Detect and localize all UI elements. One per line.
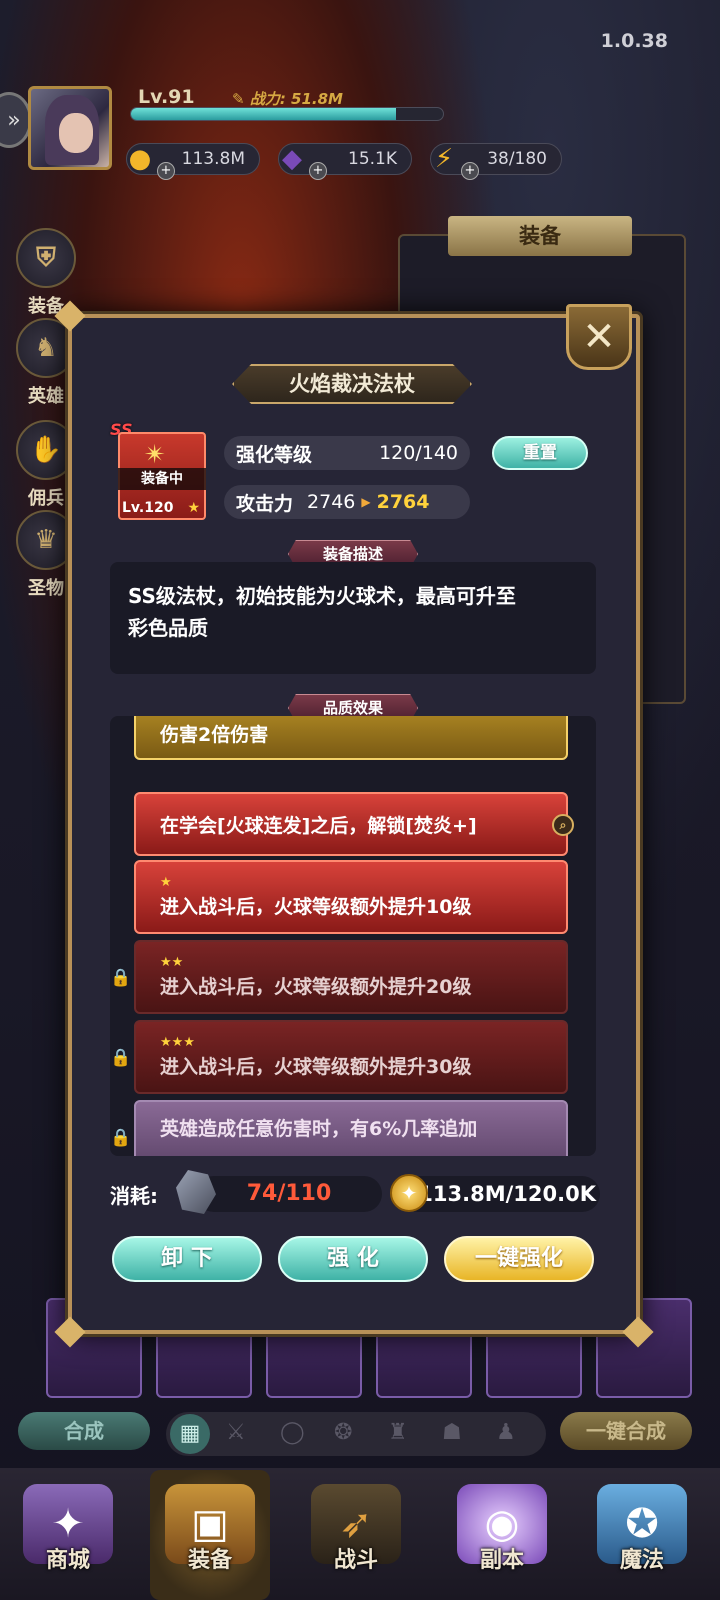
enhance-label: 强化等级 xyxy=(236,443,313,466)
equipment-panel-title: 装备 xyxy=(448,216,632,256)
attack-current: 2746 xyxy=(307,491,356,513)
gold-cost: 113.8M/120.0K xyxy=(400,1176,600,1212)
item-level: Lv.120 xyxy=(122,500,174,516)
staff-icon: ✴ xyxy=(144,440,166,470)
close-icon: ✕ xyxy=(582,314,616,360)
cost-label: 消耗: xyxy=(110,1184,158,1208)
handshake-icon: ✋ xyxy=(16,420,76,480)
equipped-badge: 装备中 xyxy=(118,468,206,490)
description-box: SS级法杖，初始技能为火球术，最高可升至 彩色品质 xyxy=(110,562,596,674)
attack-label: 攻击力 xyxy=(236,492,294,515)
star-icon: ★ xyxy=(160,874,172,890)
enhance-button[interactable]: 强 化 xyxy=(278,1236,428,1282)
star-icon: ★★★ xyxy=(160,1034,195,1050)
nav-shop[interactable]: ✦ 商城 xyxy=(8,1470,128,1600)
trophy-icon: ♛ xyxy=(16,510,76,570)
coin-icon: ● xyxy=(128,144,152,174)
xp-bar xyxy=(130,107,444,121)
description-line: SS级法杖，初始技能为火球术，最高可升至 xyxy=(128,584,516,608)
item-icon[interactable]: ✴ 装备中 Lv.120 ★ xyxy=(118,432,206,520)
one-click-merge-button[interactable]: 一键合成 xyxy=(560,1412,692,1450)
lock-icon: 🔒 xyxy=(110,968,132,988)
auto-enhance-button[interactable]: 一键强化 xyxy=(444,1236,594,1282)
feather-icon: ✎ xyxy=(232,90,245,108)
version-label: 1.0.38 xyxy=(600,30,668,52)
nav-magic[interactable]: ✪ 魔法 xyxy=(582,1470,702,1600)
nav-equipment[interactable]: ▣ 装备 xyxy=(150,1470,270,1600)
gem-counter[interactable]: ◆ + 15.1K xyxy=(278,143,412,180)
helmet-icon: ⛨ xyxy=(16,228,76,288)
plus-icon[interactable]: + xyxy=(309,162,327,180)
ring-filter-icon[interactable]: ◯ xyxy=(280,1420,305,1445)
filter-bar: ▦ ⚔ ◯ ❂ ♜ ☗ ♟ xyxy=(166,1412,546,1456)
star-icon: ★★ xyxy=(160,954,184,970)
helmet-filter-icon[interactable]: ☗ xyxy=(442,1420,462,1445)
effect-item: 在学会[火球连发]之后，解锁[焚炎+] ⌕ xyxy=(134,792,574,856)
unequip-button[interactable]: 卸 下 xyxy=(112,1236,262,1282)
nav-dungeon[interactable]: ◉ 副本 xyxy=(442,1470,562,1600)
plus-icon[interactable]: + xyxy=(157,162,175,180)
item-title: 火焰裁决法杖 xyxy=(232,364,472,404)
effect-item: ★ 进入战斗后，火球等级额外提升10级 xyxy=(134,860,568,934)
player-level: Lv.91 xyxy=(138,86,195,108)
lock-icon: 🔒 xyxy=(110,1128,132,1148)
merge-button[interactable]: 合成 xyxy=(18,1412,150,1450)
effect-item: 🔒 ★★ 进入战斗后，火球等级额外提升20级 xyxy=(110,940,568,1014)
boots-filter-icon[interactable]: ♟ xyxy=(496,1420,516,1445)
xp-bar-fill xyxy=(131,108,397,120)
nav-battle[interactable]: ➶ 战斗 xyxy=(296,1470,416,1600)
attack-next: 2764 xyxy=(376,491,430,513)
attack-row: 攻击力 2746 ▶ 2764 xyxy=(224,485,470,519)
arrow-right-icon: ▶ xyxy=(361,495,371,509)
description-line: 彩色品质 xyxy=(128,616,208,640)
amulet-filter-icon[interactable]: ❂ xyxy=(334,1420,352,1445)
effects-list[interactable]: 伤害2倍伤害 在学会[火球连发]之后，解锁[焚炎+] ⌕ ★ 进入战斗后，火球等… xyxy=(110,716,596,1156)
gem-icon: ◆ xyxy=(282,144,302,174)
weapon-filter-icon[interactable]: ⚔ xyxy=(226,1420,246,1445)
reset-button[interactable]: 重置 xyxy=(492,436,588,470)
player-power: ✎ 战力: 51.8M xyxy=(232,90,343,108)
armor-filter-icon[interactable]: ♜ xyxy=(388,1420,408,1445)
effect-item: 🔒 ★★★ 进入战斗后，火球等级额外提升30级 xyxy=(110,1020,568,1094)
lock-icon: 🔒 xyxy=(110,1048,132,1068)
ore-cost: 74/110 xyxy=(196,1176,382,1212)
plus-icon[interactable]: + xyxy=(461,162,479,180)
star-icon: ★ xyxy=(187,500,200,516)
energy-counter[interactable]: ⚡ + 38/180 xyxy=(430,143,562,180)
effect-item: 🔒 英雄造成任意伤害时，有6%几率追加 xyxy=(110,1100,568,1156)
close-button[interactable]: ✕ xyxy=(566,304,632,370)
enhance-level-row: 强化等级 120/140 xyxy=(224,436,470,470)
avatar[interactable] xyxy=(28,86,112,170)
lightning-icon: ⚡ xyxy=(434,144,454,174)
double-chevron-icon: » xyxy=(7,107,21,133)
magnifier-icon[interactable]: ⌕ xyxy=(552,814,574,836)
coin-icon: ✦ xyxy=(390,1174,428,1212)
grid-filter-icon[interactable]: ▦ xyxy=(170,1414,210,1454)
effect-item: 伤害2倍伤害 xyxy=(134,716,568,760)
enhance-value: 120/140 xyxy=(379,442,458,464)
gold-counter[interactable]: ● + 113.8M xyxy=(126,143,260,180)
